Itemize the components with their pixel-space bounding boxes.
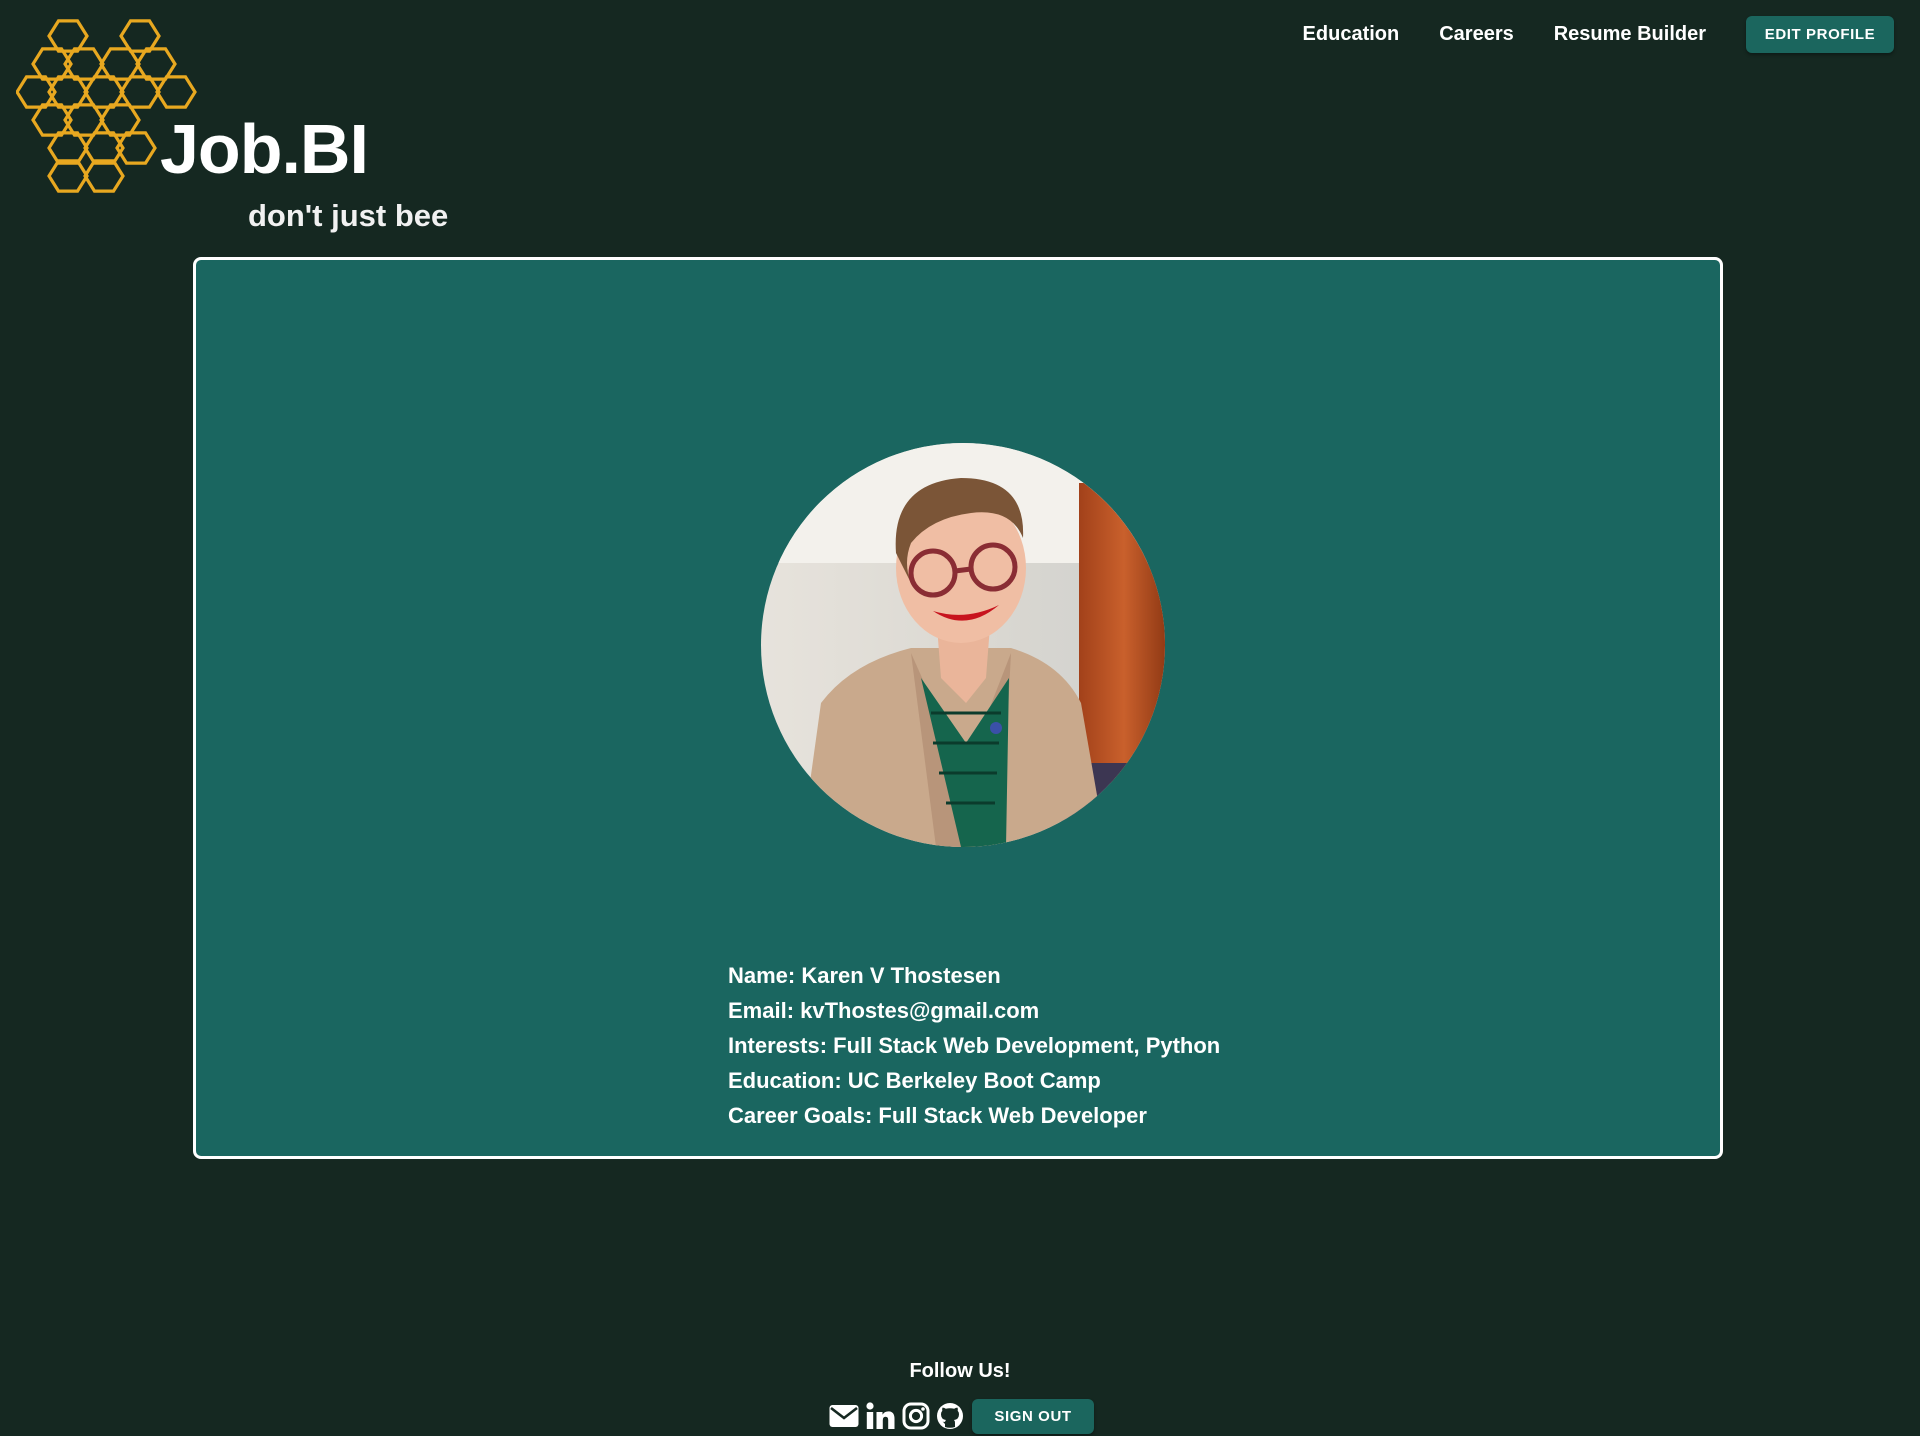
footer-social-row: SIGN OUT <box>828 1398 1094 1434</box>
honeycomb-cell <box>83 75 125 109</box>
github-icon[interactable] <box>936 1402 964 1430</box>
honeycomb-cell <box>119 19 161 53</box>
honeycomb-cell <box>99 47 141 81</box>
honeycomb-cell <box>135 47 177 81</box>
brand-tagline: don't just bee <box>248 198 449 233</box>
profile-photo <box>761 443 1165 847</box>
honeycomb-cell <box>47 131 89 165</box>
profile-name: Name: Karen V Thostesen <box>728 963 1001 988</box>
honeycomb-cell <box>155 75 197 109</box>
sign-out-button[interactable]: SIGN OUT <box>972 1398 1094 1434</box>
page: Job.BI don't just bee Education Careers … <box>0 0 1920 1436</box>
profile-career-goals: Career Goals: Full Stack Web Developer <box>728 1103 1147 1128</box>
nav-link-resume-builder[interactable]: Resume Builder <box>1554 23 1706 46</box>
brand-name: Job.BI <box>160 110 369 188</box>
nav-link-careers[interactable]: Careers <box>1439 23 1514 46</box>
envelope-icon[interactable] <box>828 1403 860 1429</box>
profile-details: Name: Karen V Thostesen Email: kvThostes… <box>728 958 1220 1133</box>
linkedin-icon[interactable] <box>866 1402 896 1430</box>
honeycomb-cell <box>119 75 161 109</box>
nav-link-education[interactable]: Education <box>1303 23 1400 46</box>
profile-interests: Interests: Full Stack Web Development, P… <box>728 1033 1221 1058</box>
follow-us-label: Follow Us! <box>909 1360 1011 1382</box>
honeycomb-cell <box>47 19 89 53</box>
edit-profile-button[interactable]: EDIT PROFILE <box>1746 15 1894 53</box>
honeycomb-cell <box>83 159 125 193</box>
honeycomb-cell <box>99 103 141 137</box>
profile-card: Name: Karen V Thostesen Email: kvThostes… <box>193 257 1723 1159</box>
brand-logo[interactable]: Job.BI don't just bee <box>16 14 456 234</box>
top-nav: Education Careers Resume Builder EDIT PR… <box>1303 15 1894 53</box>
profile-email: Email: kvThostes@gmail.com <box>728 998 1040 1023</box>
instagram-icon[interactable] <box>902 1402 930 1430</box>
profile-education: Education: UC Berkeley Boot Camp <box>728 1068 1101 1093</box>
honeycomb-cell <box>47 159 89 193</box>
